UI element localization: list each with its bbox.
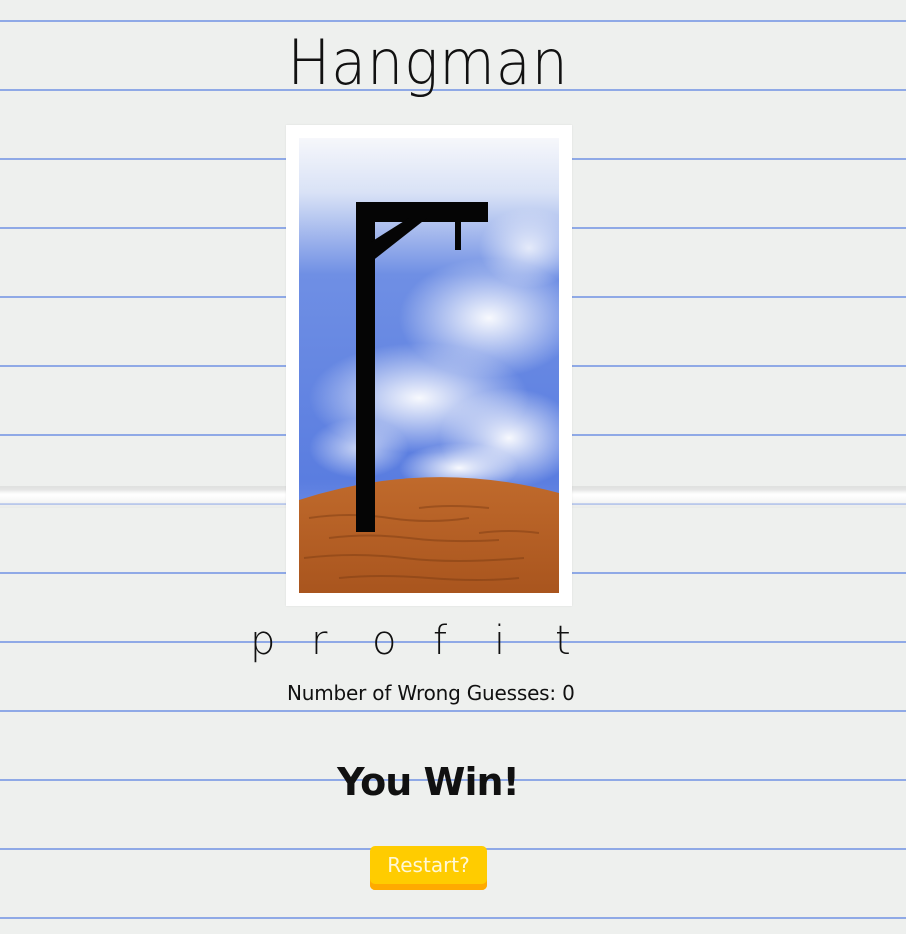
word-letter: r <box>311 618 328 664</box>
word-letter: o <box>372 618 397 664</box>
result-message: You Win! <box>337 760 520 804</box>
ground <box>299 477 559 593</box>
word-letter: f <box>433 618 448 664</box>
restart-button[interactable]: Restart? <box>370 846 487 890</box>
wrong-guesses-count: 0 <box>562 681 575 705</box>
word-letter: t <box>555 618 571 664</box>
word-letter: i <box>494 618 506 664</box>
word-letter: p <box>250 618 276 664</box>
wrong-guesses: Number of Wrong Guesses: 0 <box>287 681 575 705</box>
wrong-guesses-label: Number of Wrong Guesses: <box>287 681 556 705</box>
hangman-frame <box>286 125 572 606</box>
word-display: p r o f i t <box>250 618 616 664</box>
page-title: Hangman <box>287 26 569 99</box>
gallows-illustration <box>299 138 559 593</box>
